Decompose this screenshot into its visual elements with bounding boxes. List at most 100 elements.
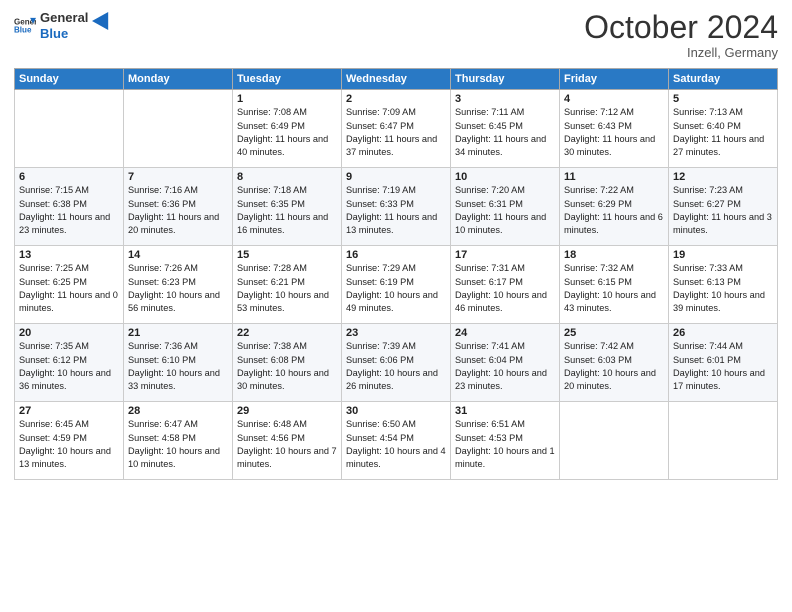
day-info: Sunrise: 7:19 AMSunset: 6:33 PMDaylight:…	[346, 184, 446, 237]
day-number: 13	[19, 249, 119, 261]
day-info: Sunrise: 7:41 AMSunset: 6:04 PMDaylight:…	[455, 340, 555, 393]
day-number: 8	[237, 171, 337, 183]
day-info: Sunrise: 7:15 AMSunset: 6:38 PMDaylight:…	[19, 184, 119, 237]
logo: General Blue General Blue	[14, 10, 110, 41]
day-number: 23	[346, 327, 446, 339]
day-info: Sunrise: 7:26 AMSunset: 6:23 PMDaylight:…	[128, 262, 228, 315]
calendar-cell: 25Sunrise: 7:42 AMSunset: 6:03 PMDayligh…	[560, 324, 669, 402]
month-title: October 2024	[584, 10, 778, 45]
day-number: 18	[564, 249, 664, 261]
day-number: 7	[128, 171, 228, 183]
calendar-cell	[124, 90, 233, 168]
day-number: 26	[673, 327, 773, 339]
day-info: Sunrise: 7:32 AMSunset: 6:15 PMDaylight:…	[564, 262, 664, 315]
header: General Blue General Blue October 2024 I…	[14, 10, 778, 60]
day-number: 10	[455, 171, 555, 183]
title-area: October 2024 Inzell, Germany	[584, 10, 778, 60]
day-info: Sunrise: 7:38 AMSunset: 6:08 PMDaylight:…	[237, 340, 337, 393]
svg-text:Blue: Blue	[14, 25, 32, 34]
day-number: 16	[346, 249, 446, 261]
day-info: Sunrise: 6:51 AMSunset: 4:53 PMDaylight:…	[455, 418, 555, 471]
calendar-table: SundayMondayTuesdayWednesdayThursdayFrid…	[14, 68, 778, 480]
day-number: 28	[128, 405, 228, 417]
day-info: Sunrise: 7:39 AMSunset: 6:06 PMDaylight:…	[346, 340, 446, 393]
day-info: Sunrise: 7:22 AMSunset: 6:29 PMDaylight:…	[564, 184, 664, 237]
day-number: 30	[346, 405, 446, 417]
day-info: Sunrise: 7:11 AMSunset: 6:45 PMDaylight:…	[455, 106, 555, 159]
calendar-cell: 17Sunrise: 7:31 AMSunset: 6:17 PMDayligh…	[451, 246, 560, 324]
day-info: Sunrise: 7:09 AMSunset: 6:47 PMDaylight:…	[346, 106, 446, 159]
logo-icon: General Blue	[14, 15, 36, 37]
day-number: 22	[237, 327, 337, 339]
calendar-cell: 10Sunrise: 7:20 AMSunset: 6:31 PMDayligh…	[451, 168, 560, 246]
calendar-cell: 8Sunrise: 7:18 AMSunset: 6:35 PMDaylight…	[233, 168, 342, 246]
header-day: Monday	[124, 69, 233, 90]
calendar-week-row: 27Sunrise: 6:45 AMSunset: 4:59 PMDayligh…	[15, 402, 778, 480]
day-number: 11	[564, 171, 664, 183]
calendar-cell: 14Sunrise: 7:26 AMSunset: 6:23 PMDayligh…	[124, 246, 233, 324]
day-number: 3	[455, 93, 555, 105]
day-info: Sunrise: 7:29 AMSunset: 6:19 PMDaylight:…	[346, 262, 446, 315]
calendar-header: SundayMondayTuesdayWednesdayThursdayFrid…	[15, 69, 778, 90]
logo-triangle-icon	[92, 12, 110, 30]
day-info: Sunrise: 7:13 AMSunset: 6:40 PMDaylight:…	[673, 106, 773, 159]
day-info: Sunrise: 7:23 AMSunset: 6:27 PMDaylight:…	[673, 184, 773, 237]
calendar-cell: 26Sunrise: 7:44 AMSunset: 6:01 PMDayligh…	[669, 324, 778, 402]
day-info: Sunrise: 6:48 AMSunset: 4:56 PMDaylight:…	[237, 418, 337, 471]
calendar-cell: 29Sunrise: 6:48 AMSunset: 4:56 PMDayligh…	[233, 402, 342, 480]
calendar-cell	[669, 402, 778, 480]
calendar-cell: 19Sunrise: 7:33 AMSunset: 6:13 PMDayligh…	[669, 246, 778, 324]
calendar-cell: 16Sunrise: 7:29 AMSunset: 6:19 PMDayligh…	[342, 246, 451, 324]
calendar-week-row: 13Sunrise: 7:25 AMSunset: 6:25 PMDayligh…	[15, 246, 778, 324]
day-info: Sunrise: 6:50 AMSunset: 4:54 PMDaylight:…	[346, 418, 446, 471]
day-number: 6	[19, 171, 119, 183]
calendar-cell: 13Sunrise: 7:25 AMSunset: 6:25 PMDayligh…	[15, 246, 124, 324]
day-info: Sunrise: 7:12 AMSunset: 6:43 PMDaylight:…	[564, 106, 664, 159]
calendar-cell: 1Sunrise: 7:08 AMSunset: 6:49 PMDaylight…	[233, 90, 342, 168]
logo-general: General	[40, 10, 88, 26]
page: General Blue General Blue October 2024 I…	[0, 0, 792, 612]
day-number: 29	[237, 405, 337, 417]
day-info: Sunrise: 7:44 AMSunset: 6:01 PMDaylight:…	[673, 340, 773, 393]
location: Inzell, Germany	[584, 45, 778, 60]
day-info: Sunrise: 7:42 AMSunset: 6:03 PMDaylight:…	[564, 340, 664, 393]
day-number: 5	[673, 93, 773, 105]
day-number: 1	[237, 93, 337, 105]
calendar-cell: 28Sunrise: 6:47 AMSunset: 4:58 PMDayligh…	[124, 402, 233, 480]
day-number: 31	[455, 405, 555, 417]
day-info: Sunrise: 6:45 AMSunset: 4:59 PMDaylight:…	[19, 418, 119, 471]
day-info: Sunrise: 7:08 AMSunset: 6:49 PMDaylight:…	[237, 106, 337, 159]
calendar-cell: 12Sunrise: 7:23 AMSunset: 6:27 PMDayligh…	[669, 168, 778, 246]
calendar-body: 1Sunrise: 7:08 AMSunset: 6:49 PMDaylight…	[15, 90, 778, 480]
day-info: Sunrise: 7:33 AMSunset: 6:13 PMDaylight:…	[673, 262, 773, 315]
calendar-cell: 4Sunrise: 7:12 AMSunset: 6:43 PMDaylight…	[560, 90, 669, 168]
calendar-cell: 21Sunrise: 7:36 AMSunset: 6:10 PMDayligh…	[124, 324, 233, 402]
day-number: 25	[564, 327, 664, 339]
header-day: Sunday	[15, 69, 124, 90]
day-number: 21	[128, 327, 228, 339]
calendar-week-row: 20Sunrise: 7:35 AMSunset: 6:12 PMDayligh…	[15, 324, 778, 402]
header-day: Friday	[560, 69, 669, 90]
calendar-cell: 5Sunrise: 7:13 AMSunset: 6:40 PMDaylight…	[669, 90, 778, 168]
calendar-cell: 15Sunrise: 7:28 AMSunset: 6:21 PMDayligh…	[233, 246, 342, 324]
calendar-cell: 9Sunrise: 7:19 AMSunset: 6:33 PMDaylight…	[342, 168, 451, 246]
calendar-cell: 31Sunrise: 6:51 AMSunset: 4:53 PMDayligh…	[451, 402, 560, 480]
calendar-cell	[560, 402, 669, 480]
calendar-cell: 30Sunrise: 6:50 AMSunset: 4:54 PMDayligh…	[342, 402, 451, 480]
day-number: 4	[564, 93, 664, 105]
day-number: 15	[237, 249, 337, 261]
day-number: 2	[346, 93, 446, 105]
day-number: 27	[19, 405, 119, 417]
logo-blue: Blue	[40, 26, 88, 42]
calendar-cell	[15, 90, 124, 168]
header-day: Thursday	[451, 69, 560, 90]
day-number: 12	[673, 171, 773, 183]
calendar-cell: 18Sunrise: 7:32 AMSunset: 6:15 PMDayligh…	[560, 246, 669, 324]
day-number: 14	[128, 249, 228, 261]
day-info: Sunrise: 7:35 AMSunset: 6:12 PMDaylight:…	[19, 340, 119, 393]
day-info: Sunrise: 7:28 AMSunset: 6:21 PMDaylight:…	[237, 262, 337, 315]
calendar-week-row: 6Sunrise: 7:15 AMSunset: 6:38 PMDaylight…	[15, 168, 778, 246]
calendar-cell: 7Sunrise: 7:16 AMSunset: 6:36 PMDaylight…	[124, 168, 233, 246]
day-info: Sunrise: 7:20 AMSunset: 6:31 PMDaylight:…	[455, 184, 555, 237]
calendar-cell: 6Sunrise: 7:15 AMSunset: 6:38 PMDaylight…	[15, 168, 124, 246]
